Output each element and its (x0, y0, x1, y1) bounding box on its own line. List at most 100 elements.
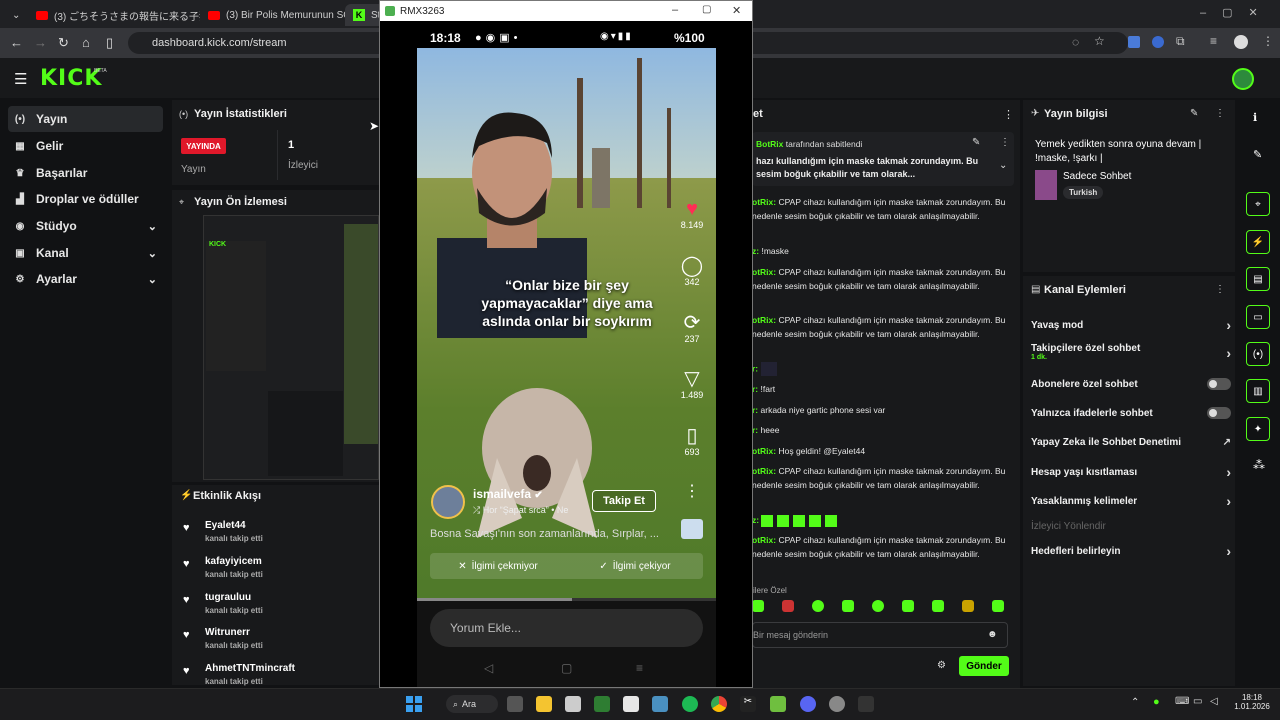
sidebar-item-basarilar[interactable]: ♛ Başarılar (8, 160, 163, 186)
send-button[interactable]: Gönder (959, 656, 1009, 676)
gear-icon[interactable]: ⚙ (937, 660, 946, 671)
discord-icon[interactable] (800, 696, 816, 712)
back-icon[interactable]: ← (10, 35, 23, 50)
action-account-age[interactable]: Hesap yaşı kısıtlaması › (1031, 464, 1231, 480)
star-icon[interactable]: ☆ (1094, 34, 1105, 48)
sidebar-toggle-icon[interactable]: ▯ (106, 35, 113, 51)
toggle-switch[interactable] (1207, 407, 1231, 419)
emote-icon[interactable] (812, 600, 824, 612)
network-icon[interactable]: ▭ (1193, 696, 1202, 707)
edit-icon[interactable]: ✎ (1190, 108, 1198, 119)
rail-tools-button[interactable]: ✦ (1246, 417, 1270, 441)
info-icon[interactable]: ℹ (1253, 111, 1257, 124)
comment-input[interactable]: Yorum Ekle... (430, 609, 703, 647)
terminal-icon[interactable] (858, 696, 874, 712)
pin-icon[interactable]: ✎ (972, 137, 980, 148)
more-icon[interactable]: ⁂ (1253, 458, 1265, 472)
minecraft-icon[interactable] (770, 696, 786, 712)
video-player[interactable]: “Onlar bize bir şey yapmayacaklar” diye … (417, 48, 716, 600)
extension-icon[interactable] (1152, 36, 1164, 48)
rail-activity-button[interactable]: ⚡ (1246, 230, 1270, 254)
repost-button[interactable]: ⟳ 237 (677, 312, 707, 344)
action-slow-mode[interactable]: Yavaş mod › (1031, 317, 1231, 333)
snipping-icon[interactable] (623, 696, 639, 712)
like-button[interactable]: ♥ 8.149 (677, 198, 707, 230)
creator-username[interactable]: ismailvefa ✔ (473, 487, 543, 501)
chrome-icon[interactable] (711, 696, 727, 712)
app-icon[interactable] (652, 696, 668, 712)
window-controls[interactable]: –▢✕ (1200, 6, 1274, 19)
chevron-up-icon[interactable]: ⌃ (1131, 697, 1139, 708)
system-clock[interactable]: 18:18 1.01.2026 (1232, 693, 1272, 711)
share-button[interactable]: ▽ 1.489 (677, 368, 707, 400)
eye-off-icon[interactable]: ◌ (1072, 35, 1079, 49)
android-home-icon[interactable]: ▢ (561, 661, 572, 675)
menu-dots-icon[interactable]: ⋮ (1215, 108, 1225, 119)
android-back-icon[interactable]: ◁ (484, 661, 493, 675)
menu-dots-icon[interactable]: ⋮ (1003, 108, 1014, 121)
emote-icon[interactable] (842, 600, 854, 612)
chevron-down-icon[interactable]: ⌄ (999, 160, 1007, 171)
sidebar-item-ayarlar[interactable]: ⚙ Ayarlar ⌄ (8, 266, 163, 292)
taskbar-search[interactable]: ⌕ Ara (446, 695, 498, 713)
playlist-icon[interactable]: ≡ (1210, 34, 1217, 48)
sidebar-item-kanal[interactable]: ▣ Kanal ⌄ (8, 240, 163, 266)
rail-chat-button[interactable]: ▭ (1246, 305, 1270, 329)
rail-broadcast-button[interactable]: (•) (1246, 342, 1270, 366)
emoji-icon[interactable]: ☻ (987, 629, 998, 640)
mirror-app-icon[interactable] (594, 696, 610, 712)
android-recents-icon[interactable]: ≡ (636, 661, 643, 675)
edit-icon[interactable]: ✎ (1253, 148, 1262, 161)
action-ai-moderation[interactable]: Yapay Zeka ile Sohbet Denetimi ↗ (1031, 435, 1231, 449)
emote-icon[interactable] (962, 600, 974, 612)
close-icon[interactable]: ✕ (732, 4, 741, 17)
chat-input[interactable]: Bir mesaj gönderin (752, 622, 1008, 648)
sidebar-item-studyo[interactable]: ◉ Stüdyo ⌄ (8, 213, 163, 239)
more-options-button[interactable]: ⋮ (677, 481, 707, 501)
sidebar-item-gelir[interactable]: ▦ Gelir (8, 133, 163, 159)
emote-icon[interactable] (752, 600, 764, 612)
home-icon[interactable]: ⌂ (82, 35, 90, 50)
action-banned-words[interactable]: Yasaklanmış kelimeler › (1031, 493, 1231, 509)
sound-info[interactable]: ⤮ Hor “Şapat srca” • Ne (473, 505, 588, 516)
action-subscribers-only[interactable]: Abonelere özel sohbet (1031, 377, 1231, 391)
hamburger-icon[interactable]: ☰ (14, 70, 27, 88)
extension-icon[interactable] (1128, 36, 1140, 48)
browser-tab[interactable]: (3) ごちそうさまの報告に来る子猫 | ...✕ (28, 4, 200, 26)
creator-avatar[interactable] (431, 485, 465, 519)
file-explorer-icon[interactable] (536, 696, 552, 712)
comment-button[interactable]: ◯ 342 (677, 255, 707, 287)
emote-icon[interactable] (992, 600, 1004, 612)
microphone-icon[interactable]: ● (1153, 696, 1160, 708)
emote-icon[interactable] (782, 600, 794, 612)
store-icon[interactable] (565, 696, 581, 712)
puzzle-icon[interactable]: ⧉ (1176, 34, 1185, 49)
avatar[interactable] (1232, 68, 1254, 90)
obs-icon[interactable] (829, 696, 845, 712)
spotify-icon[interactable] (682, 696, 698, 712)
rail-preview-button[interactable]: ⌖ (1246, 192, 1270, 216)
follow-button[interactable]: Takip Et (592, 490, 656, 512)
rail-notes-button[interactable]: ▤ (1246, 267, 1270, 291)
toggle-switch[interactable] (1207, 378, 1231, 390)
maximize-icon[interactable]: ▢ (702, 4, 711, 15)
sidebar-item-yayin[interactable]: (•) Yayın (8, 106, 163, 132)
capcut-icon[interactable]: ✂ (740, 696, 756, 712)
profile-icon[interactable] (1234, 35, 1248, 49)
forward-icon[interactable]: → (34, 35, 47, 50)
menu-dots-icon[interactable]: ⋮ (1215, 284, 1225, 295)
reload-icon[interactable]: ↻ (58, 35, 69, 51)
rail-stream-info-button[interactable]: ▥ (1246, 379, 1270, 403)
windows-start-icon[interactable] (406, 696, 422, 712)
browser-tab[interactable]: (3) Bir Polis Memurunun SON A... (200, 4, 345, 26)
emote-icon[interactable] (902, 600, 914, 612)
minimize-icon[interactable]: – (672, 4, 678, 16)
action-emote-only[interactable]: Yalnızca ifadelerle sohbet (1031, 406, 1231, 420)
volume-icon[interactable]: ◁ (1210, 696, 1218, 707)
save-button[interactable]: ▯ 693 (677, 425, 707, 457)
keyboard-icon[interactable]: ⌨ (1175, 696, 1189, 707)
emote-icon[interactable] (872, 600, 884, 612)
emote-icon[interactable] (932, 600, 944, 612)
sidebar-item-droplar[interactable]: ▟ Droplar ve ödüller (8, 186, 163, 212)
tab-list-button[interactable]: ⌄ (4, 4, 24, 26)
